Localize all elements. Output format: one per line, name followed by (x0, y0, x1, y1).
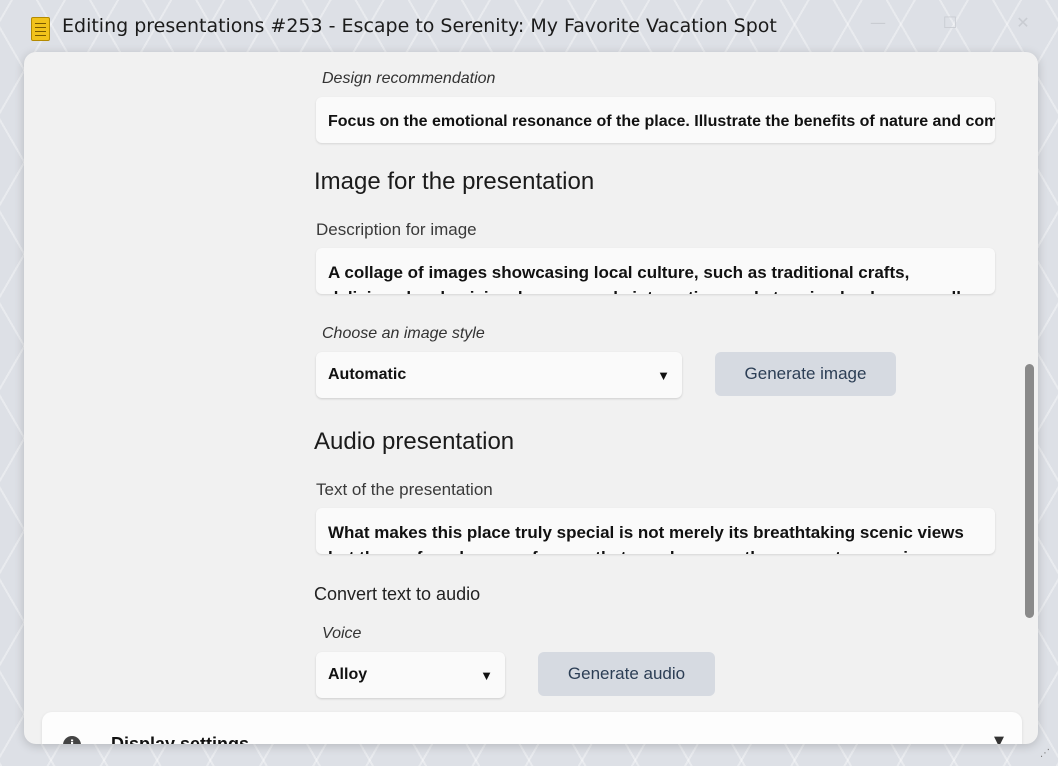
display-settings-label: Display settings (111, 734, 250, 744)
voice-label: Voice (322, 625, 362, 642)
edit-presentation-dialog: Design recommendation Focus on the emoti… (24, 52, 1038, 744)
chevron-down-icon: ▼ (994, 734, 1004, 744)
maximize-button[interactable]: ☐ (936, 10, 964, 36)
design-recommendation-label: Design recommendation (322, 70, 496, 87)
chevron-down-icon: ▼ (480, 668, 493, 683)
resize-grip-icon[interactable]: ⋰ (1040, 748, 1054, 762)
notepad-icon (31, 17, 50, 41)
image-style-value: Automatic (328, 366, 407, 383)
minimize-button[interactable]: — (864, 10, 892, 36)
audio-section-title: Audio presentation (314, 428, 515, 455)
window-titlebar: Editing presentations #253 - Escape to S… (0, 0, 1058, 54)
image-style-label: Choose an image style (322, 325, 485, 342)
dialog-content: Design recommendation Focus on the emoti… (24, 52, 1038, 744)
generate-audio-button[interactable]: Generate audio (538, 652, 715, 696)
image-description-label: Description for image (316, 220, 477, 239)
display-settings-panel[interactable]: i Display settings ▼ (42, 712, 1022, 744)
close-button[interactable]: ✕ (1009, 10, 1037, 36)
image-description-field[interactable]: A collage of images showcasing local cul… (316, 248, 995, 294)
info-icon: i (63, 736, 81, 744)
generate-image-button[interactable]: Generate image (715, 352, 896, 396)
window-title: Editing presentations #253 - Escape to S… (62, 15, 777, 37)
convert-audio-label: Convert text to audio (314, 584, 481, 604)
voice-value: Alloy (328, 666, 368, 683)
scrollbar-thumb[interactable] (1025, 364, 1034, 618)
image-style-select[interactable]: Automatic ▼ (316, 352, 682, 398)
presentation-text-field[interactable]: What makes this place truly special is n… (316, 508, 995, 554)
image-section-title: Image for the presentation (314, 168, 595, 195)
design-recommendation-field[interactable]: Focus on the emotional resonance of the … (316, 97, 995, 143)
voice-select[interactable]: Alloy ▼ (316, 652, 505, 698)
presentation-text-label: Text of the presentation (316, 480, 493, 499)
chevron-down-icon: ▼ (657, 368, 670, 383)
